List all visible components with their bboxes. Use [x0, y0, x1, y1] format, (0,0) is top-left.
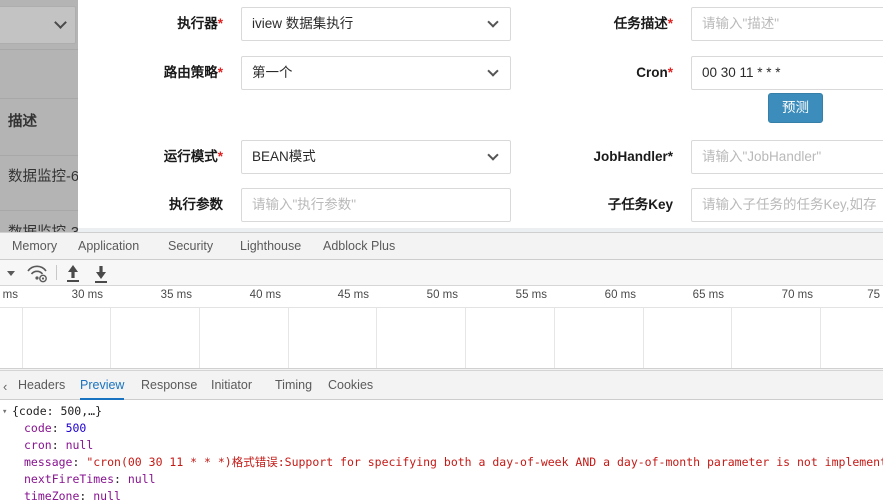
network-toolbar: [0, 260, 883, 286]
modal-backdrop-overlay: 描述 数据监控-6 数据监控-3: [0, 0, 79, 232]
tab-adblock-plus[interactable]: Adblock Plus: [323, 233, 395, 259]
required-asterisk: *: [217, 149, 223, 164]
screen-root: 描述 数据监控-6 数据监控-3 执行器* iview 数据集执行 路由策略* …: [0, 0, 883, 500]
ruler-tick: 45 ms: [337, 289, 369, 301]
json-entry-cron: cron: null: [24, 438, 94, 452]
tab-initiator[interactable]: Initiator: [211, 371, 252, 400]
devtools-panel: Memory Application Security Lighthouse A…: [0, 232, 883, 500]
json-entry-message: message: "cron(00 30 11 * * *)格式错误:Suppo…: [24, 454, 883, 470]
json-value: null: [65, 438, 94, 452]
ruler-tick: 75: [867, 289, 880, 301]
ruler-tick: 50 ms: [426, 289, 458, 301]
background-table-row-2: 数据监控-3: [8, 221, 79, 232]
filter-dropdown-icon[interactable]: [2, 260, 20, 286]
label-task-description: 任务描述*: [613, 16, 673, 31]
json-value: null: [93, 489, 121, 500]
divider: [0, 98, 78, 99]
input-exec-params[interactable]: 请输入"执行参数": [241, 188, 511, 222]
divider: [0, 49, 78, 50]
ruler-tick: 65 ms: [692, 289, 724, 301]
label-route-strategy: 路由策略*: [163, 65, 223, 80]
tab-application[interactable]: Application: [78, 233, 139, 259]
json-entry-code: code: 500: [24, 421, 87, 435]
json-preview: ▾ {code: 500,…} code: 500 cron: null mes…: [0, 401, 883, 500]
json-root-summary: {code: 500,…}: [12, 404, 103, 418]
json-key: cron: [24, 438, 52, 452]
input-cron[interactable]: 00 30 11 * * *: [691, 56, 883, 90]
ruler-tick: 60 ms: [604, 289, 636, 301]
tab-preview[interactable]: Preview: [80, 371, 125, 400]
ruler-tick: 30 ms: [71, 289, 103, 301]
required-asterisk: *: [217, 65, 223, 80]
select-executor[interactable]: iview 数据集执行: [241, 7, 511, 41]
background-table-row-1: 数据监控-6: [8, 169, 79, 185]
json-key: nextFireTimes: [24, 472, 115, 486]
background-table-header-description: 描述: [8, 114, 37, 130]
select-route-strategy[interactable]: 第一个: [241, 56, 511, 90]
tab-timing[interactable]: Timing: [275, 371, 312, 400]
json-entry-timezone: timeZone: null: [24, 488, 121, 500]
ruler-tick: 40 ms: [249, 289, 281, 301]
ruler-tick: 35 ms: [160, 289, 192, 301]
request-detail-tabbar: ‹ Headers Preview Response Initiator Tim…: [0, 370, 883, 400]
job-edit-modal: 执行器* iview 数据集执行 路由策略* 第一个 运行模式* BEAN模式 …: [78, 0, 883, 228]
ruler-tick: 55 ms: [515, 289, 547, 301]
json-value: "cron(00 30 11 * * *)格式错误:Support for sp…: [86, 455, 883, 469]
required-asterisk: *: [667, 16, 673, 31]
required-asterisk: *: [217, 16, 223, 31]
ruler-tick: 70 ms: [781, 289, 813, 301]
json-value: null: [127, 472, 156, 486]
back-arrow-icon[interactable]: ‹: [3, 379, 7, 394]
toolbar-divider: [56, 265, 57, 280]
required-asterisk: *: [667, 65, 673, 80]
background-filter-dropdown[interactable]: [0, 6, 76, 44]
label-executor: 执行器*: [177, 16, 223, 31]
ruler-tick: ms: [2, 289, 18, 301]
network-throttle-icon[interactable]: [26, 260, 50, 286]
select-run-mode[interactable]: BEAN模式: [241, 140, 511, 174]
predict-button[interactable]: 预测: [768, 93, 823, 123]
json-entry-nextfiretimes: nextFireTimes: null: [24, 472, 156, 486]
json-key: timeZone: [24, 489, 80, 500]
divider: [0, 155, 78, 156]
disclosure-triangle-icon[interactable]: ▾: [2, 404, 7, 420]
tab-cookies[interactable]: Cookies: [328, 371, 373, 400]
json-key: message: [24, 455, 73, 469]
label-jobhandler: JobHandler*: [593, 149, 673, 164]
tab-headers[interactable]: Headers: [18, 371, 65, 400]
tab-security[interactable]: Security: [168, 233, 213, 259]
json-key: code: [24, 421, 52, 435]
label-exec-params: 执行参数: [169, 197, 223, 212]
label-subtask-key: 子任务Key: [607, 197, 673, 212]
tab-lighthouse[interactable]: Lighthouse: [240, 233, 301, 259]
json-root-node[interactable]: ▾ {code: 500,…}: [2, 403, 103, 419]
tab-response[interactable]: Response: [141, 371, 197, 400]
chevron-down-icon: [54, 16, 67, 29]
download-har-icon[interactable]: [90, 260, 112, 286]
json-value: 500: [65, 421, 87, 435]
timeline-ruler: ms 30 ms 35 ms 40 ms 45 ms 50 ms 55 ms 6…: [0, 286, 883, 308]
devtools-tabbar: Memory Application Security Lighthouse A…: [0, 233, 883, 260]
input-subtask-key[interactable]: 请输入子任务的任务Key,如存: [691, 188, 883, 222]
input-jobhandler[interactable]: 请输入"JobHandler": [691, 140, 883, 174]
label-cron: Cron*: [636, 65, 673, 80]
tab-memory[interactable]: Memory: [12, 233, 57, 259]
input-task-description[interactable]: 请输入"描述": [691, 7, 883, 41]
upload-har-icon[interactable]: [62, 260, 84, 286]
label-run-mode: 运行模式*: [163, 149, 223, 164]
divider: [0, 210, 78, 211]
